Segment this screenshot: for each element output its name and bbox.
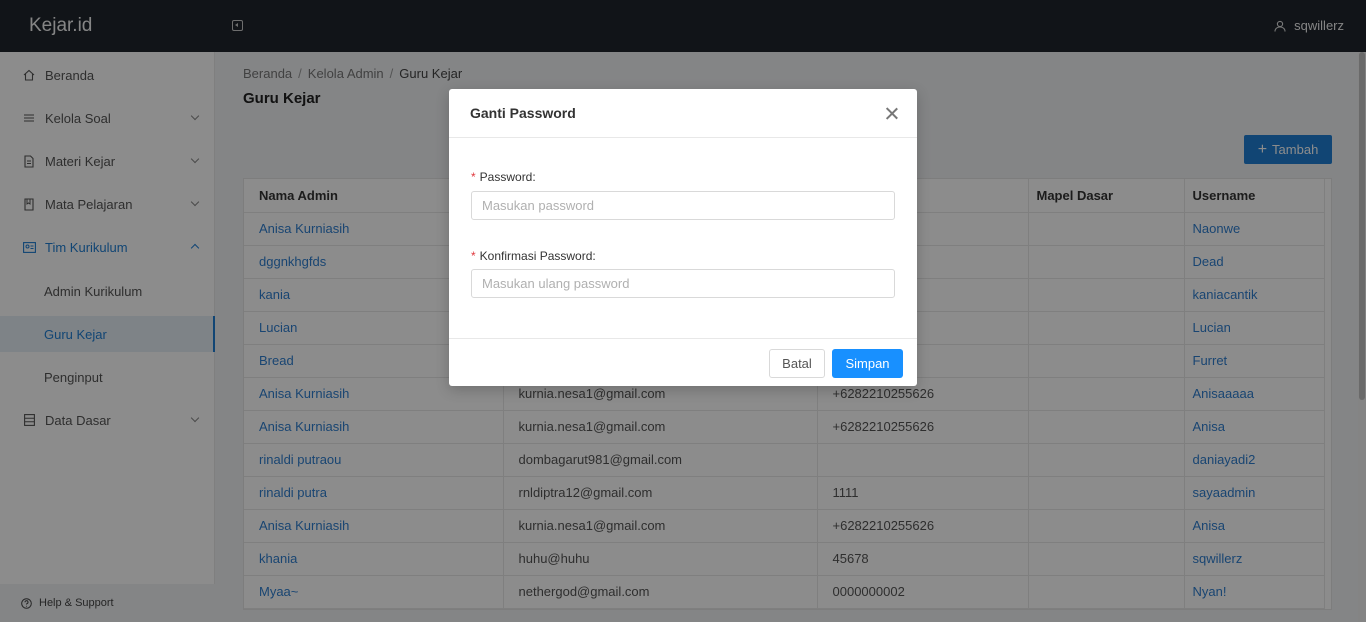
password-input[interactable] [471, 191, 895, 220]
save-button[interactable]: Simpan [832, 349, 903, 378]
dialog-title: Ganti Password [470, 105, 576, 121]
dialog-footer: Batal Simpan [449, 338, 917, 386]
password-label: * Password: [471, 170, 536, 184]
dialog-header: Ganti Password [449, 89, 917, 138]
close-icon[interactable] [886, 107, 898, 119]
confirm-password-input[interactable] [471, 269, 895, 298]
confirm-password-label: * Konfirmasi Password: [471, 249, 596, 263]
change-password-dialog: Ganti Password * Password: * Konfirmasi Pa… [449, 89, 917, 386]
cancel-button[interactable]: Batal [769, 349, 825, 378]
